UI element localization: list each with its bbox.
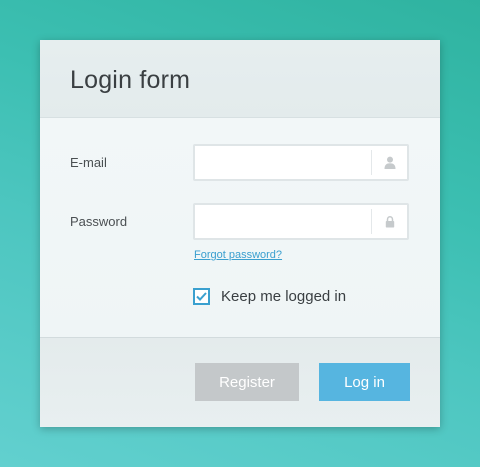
checkmark-icon xyxy=(196,292,207,301)
email-field[interactable] xyxy=(195,146,371,179)
user-icon xyxy=(371,150,407,175)
password-field-wrapper xyxy=(193,203,409,240)
password-label: Password xyxy=(70,214,128,229)
remember-me-label[interactable]: Keep me logged in xyxy=(221,288,346,305)
forgot-password-link[interactable]: Forgot password? xyxy=(194,249,282,261)
card-header: Login form xyxy=(40,40,440,118)
login-button[interactable]: Log in xyxy=(319,363,410,401)
card-footer: Register Log in xyxy=(40,338,440,426)
form-body: E-mail Password Forgot password? Keep me… xyxy=(40,118,440,338)
register-button[interactable]: Register xyxy=(195,363,299,401)
remember-me-checkbox[interactable] xyxy=(193,288,210,305)
password-field[interactable] xyxy=(195,205,371,238)
page-title: Login form xyxy=(70,66,191,94)
login-card: Login form E-mail Password Forgot passwo… xyxy=(40,40,440,427)
email-label: E-mail xyxy=(70,155,107,170)
lock-icon xyxy=(371,209,407,234)
email-field-wrapper xyxy=(193,144,409,181)
